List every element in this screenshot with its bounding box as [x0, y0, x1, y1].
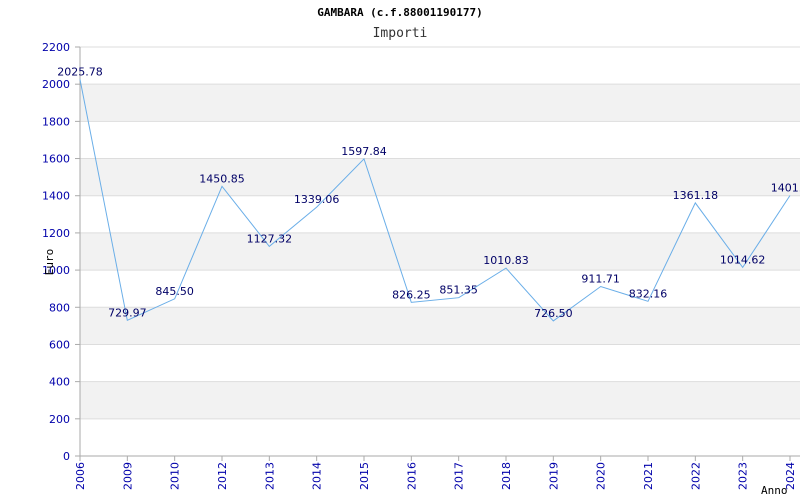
x-tick-label: 2015	[358, 462, 371, 490]
grid-band	[80, 307, 800, 345]
x-axis-label: Anno	[761, 484, 788, 497]
data-label: 845.50	[155, 285, 194, 298]
y-tick-label: 200	[49, 413, 70, 426]
data-label: 1401.4	[771, 181, 800, 194]
data-label: 729.97	[108, 306, 147, 319]
x-tick-label: 2012	[216, 462, 229, 490]
data-label: 832.16	[629, 287, 668, 300]
x-tick-label: 2006	[74, 462, 87, 490]
x-tick-label: 2021	[642, 462, 655, 490]
line-chart: 0200400600800100012001400160018002000220…	[42, 41, 800, 497]
grid-band	[80, 84, 800, 122]
data-label: 826.25	[392, 288, 431, 301]
data-label: 851.35	[439, 284, 478, 297]
x-tick-label: 2013	[263, 462, 276, 490]
x-tick-label: 2016	[405, 462, 418, 490]
y-tick-label: 2000	[42, 78, 70, 91]
data-label: 911.71	[581, 273, 620, 286]
y-tick-label: 600	[49, 338, 70, 351]
x-tick-label: 2020	[595, 462, 608, 490]
x-tick-label: 2010	[169, 462, 182, 490]
x-tick-label: 2009	[121, 462, 134, 490]
y-axis-label: Euro	[43, 249, 56, 276]
y-tick-label: 800	[49, 301, 70, 314]
data-label: 1014.62	[720, 253, 766, 266]
data-label: 726.50	[534, 307, 573, 320]
x-tick-label: 2019	[547, 462, 560, 490]
data-label: 2025.78	[57, 65, 103, 78]
y-tick-label: 1600	[42, 153, 70, 166]
data-label: 1597.84	[341, 145, 387, 158]
x-tick-label: 2014	[311, 462, 324, 490]
data-label: 1361.18	[673, 189, 719, 202]
grid-band	[80, 232, 800, 271]
grid-band	[80, 381, 800, 419]
data-label: 1127.32	[247, 232, 293, 245]
y-tick-label: 1400	[42, 190, 70, 203]
data-label: 1010.83	[483, 254, 529, 267]
x-tick-label: 2022	[689, 462, 702, 490]
y-tick-label: 400	[49, 376, 70, 389]
x-tick-label: 2018	[500, 462, 513, 490]
data-label: 1450.85	[199, 172, 245, 185]
y-tick-label: 1800	[42, 115, 70, 128]
data-label: 1339.06	[294, 193, 340, 206]
y-tick-label: 1200	[42, 227, 70, 240]
x-tick-label: 2023	[737, 462, 750, 490]
y-tick-label: 0	[63, 450, 70, 463]
y-tick-label: 2200	[42, 41, 70, 54]
x-tick-label: 2017	[453, 462, 466, 490]
